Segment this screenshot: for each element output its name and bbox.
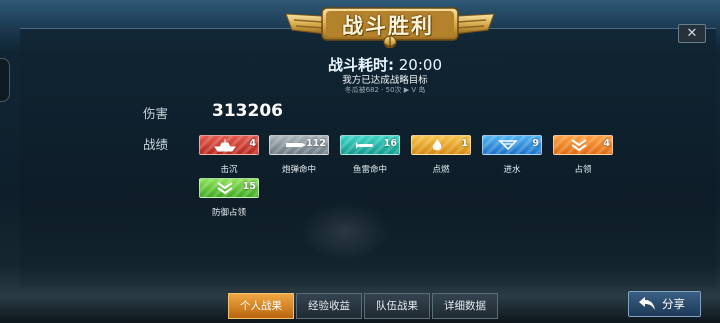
battle-subline: 冬瓜被682 · 50次 ▶ V 岛 (344, 86, 426, 94)
badge-label: 防御占领 (211, 208, 246, 218)
badge-capture[interactable]: 4 (553, 135, 613, 155)
shell-hit-icon (286, 143, 306, 147)
defend-capture-icon (217, 182, 233, 195)
share-label: 分享 (662, 297, 685, 311)
fire-icon (432, 139, 442, 151)
badge-shell-hit[interactable]: 112 (269, 135, 329, 155)
victory-title: 战斗胜利 (342, 14, 434, 38)
achievements-label: 战绩 (143, 137, 169, 152)
badge-sunk[interactable]: 4 (199, 135, 259, 155)
badge-count: 4 (249, 138, 256, 149)
close-button[interactable]: ✕ (678, 24, 706, 43)
ship-sunk-icon (214, 139, 236, 152)
badge-label: 鱼雷命中 (352, 165, 387, 175)
share-button[interactable]: 分享 (628, 291, 701, 317)
badge-label: 占领 (574, 165, 592, 175)
tab-detailed-data[interactable]: 详细数据 (432, 293, 498, 319)
tab-team-results[interactable]: 队伍战果 (364, 293, 430, 319)
side-drawer-handle[interactable] (0, 58, 10, 102)
objective-text: 我方已达成战略目标 (342, 75, 428, 86)
torpedo-hit-icon (356, 142, 373, 149)
badge-torpedo-hit[interactable]: 16 (340, 135, 400, 155)
badge-count: 1 (461, 138, 468, 149)
badge-defend-capture[interactable]: 15 (199, 178, 259, 198)
tab-personal-results[interactable]: 个人战果 (228, 293, 294, 319)
badge-label: 进水 (503, 165, 521, 175)
capture-icon (571, 139, 587, 152)
badge-count: 4 (603, 138, 610, 149)
badge-label: 击沉 (220, 165, 238, 175)
badge-count: 15 (242, 181, 256, 192)
badge-fire[interactable]: 1 (411, 135, 471, 155)
damage-value: 313206 (212, 101, 283, 121)
badge-label: 炮弹命中 (281, 165, 316, 175)
badge-label: 点燃 (432, 165, 450, 175)
badge-count: 112 (306, 138, 326, 149)
tab-experience-gain[interactable]: 经验收益 (296, 293, 362, 319)
badge-count: 9 (532, 138, 539, 149)
share-arrow-icon (639, 297, 655, 310)
damage-label: 伤害 (143, 106, 169, 121)
badge-flooding[interactable]: 9 (482, 135, 542, 155)
flooding-icon (498, 140, 518, 151)
badge-count: 16 (383, 138, 397, 149)
